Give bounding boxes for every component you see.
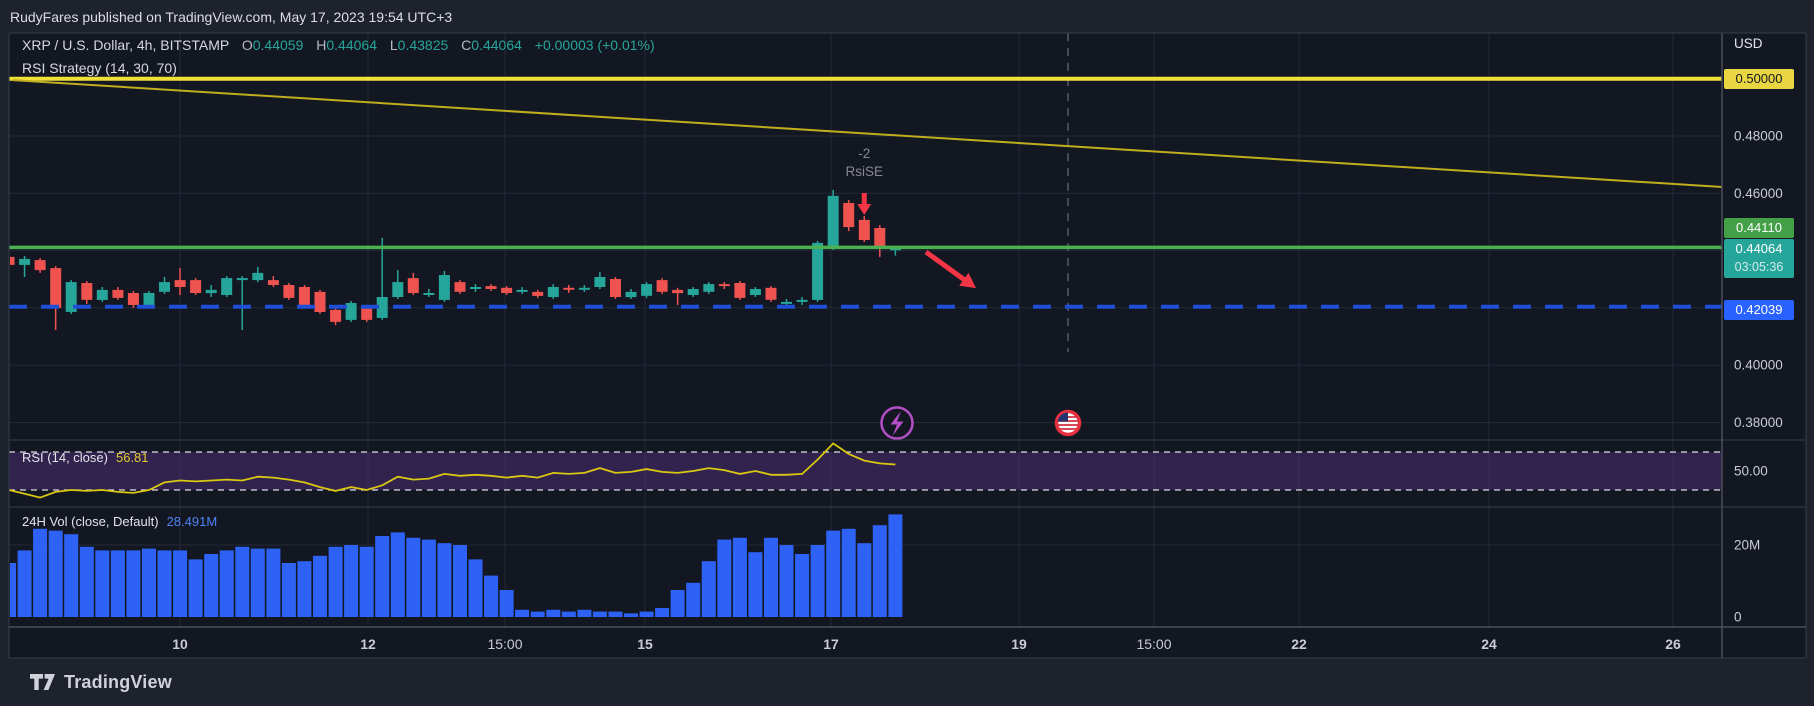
rsi-indicator-title: RSI (14, close) bbox=[22, 450, 108, 465]
rsi-indicator-value: 56.81 bbox=[116, 450, 149, 465]
svg-text:-2: -2 bbox=[858, 146, 870, 161]
close-value: 0.44064 bbox=[471, 37, 522, 53]
rsi-pane-legend[interactable]: RSI (14, close) 56.81 bbox=[22, 450, 149, 465]
tradingview-logo-icon bbox=[30, 674, 56, 691]
symbol-legend[interactable]: XRP / U.S. Dollar, 4h, BITSTAMP O0.44059… bbox=[22, 37, 655, 53]
time-tick-label: 19 bbox=[1011, 636, 1027, 652]
tradingview-logo[interactable]: TradingView bbox=[30, 672, 172, 693]
us-flag-event-icon[interactable] bbox=[1057, 412, 1080, 435]
bar-countdown: 03:05:36 bbox=[1724, 258, 1794, 276]
time-tick-label: 15:00 bbox=[487, 636, 522, 652]
close-label: C bbox=[461, 37, 471, 53]
change-value: +0.00003 (+0.01%) bbox=[535, 37, 655, 53]
price-label-blue[interactable]: 0.42039 bbox=[1724, 300, 1794, 320]
time-tick-label: 26 bbox=[1665, 636, 1681, 652]
volume-tick-label: 20M bbox=[1734, 538, 1760, 553]
low-value: 0.43825 bbox=[398, 37, 449, 53]
time-tick-label: 22 bbox=[1291, 636, 1307, 652]
time-tick-label: 15 bbox=[637, 636, 653, 652]
volume-indicator-title: 24H Vol (close, Default) bbox=[22, 514, 159, 529]
time-tick-label: 17 bbox=[823, 636, 839, 652]
last-price-value: 0.44064 bbox=[1724, 240, 1794, 258]
volume-indicator-value: 28.491M bbox=[167, 514, 218, 529]
price-tick-label: 0.38000 bbox=[1734, 415, 1783, 430]
currency-label: USD bbox=[1734, 36, 1763, 51]
open-value: 0.44059 bbox=[253, 37, 304, 53]
low-label: L bbox=[390, 37, 398, 53]
tradingview-screenshot: -2 RsiSE USD 0.48000 0.46000 0.40000 0.38000 50… bbox=[0, 0, 1814, 706]
price-label-yellow[interactable]: 0.50000 bbox=[1724, 69, 1794, 89]
rsi-band bbox=[9, 452, 1722, 490]
time-tick-label: 10 bbox=[172, 636, 188, 652]
price-tick-label: 0.40000 bbox=[1734, 358, 1783, 373]
price-tick-label: 0.48000 bbox=[1734, 129, 1783, 144]
last-price-label: 0.44064 03:05:36 bbox=[1724, 239, 1794, 278]
rsi-tick-label: 50.00 bbox=[1734, 464, 1768, 479]
price-tick-label: 0.46000 bbox=[1734, 186, 1783, 201]
time-tick-label: 15:00 bbox=[1136, 636, 1171, 652]
tradingview-logo-text: TradingView bbox=[64, 672, 172, 693]
high-label: H bbox=[316, 37, 326, 53]
volume-tick-label: 0 bbox=[1734, 610, 1742, 625]
chart-canvas[interactable]: -2 RsiSE USD 0.48000 0.46000 0.40000 0.38000 50… bbox=[0, 0, 1814, 706]
time-tick-label: 12 bbox=[360, 636, 376, 652]
strategy-legend[interactable]: RSI Strategy (14, 30, 70) bbox=[22, 60, 177, 76]
open-label: O bbox=[242, 37, 253, 53]
svg-text:RsiSE: RsiSE bbox=[845, 164, 883, 179]
volume-pane-legend[interactable]: 24H Vol (close, Default) 28.491M bbox=[22, 514, 217, 529]
price-label-green[interactable]: 0.44110 bbox=[1724, 218, 1794, 238]
high-value: 0.44064 bbox=[326, 37, 377, 53]
attribution-bar: RudyFares published on TradingView.com, … bbox=[10, 6, 452, 28]
lightning-event-icon[interactable] bbox=[882, 408, 913, 439]
time-tick-label: 24 bbox=[1481, 636, 1497, 652]
symbol-title: XRP / U.S. Dollar, 4h, BITSTAMP bbox=[22, 37, 229, 53]
